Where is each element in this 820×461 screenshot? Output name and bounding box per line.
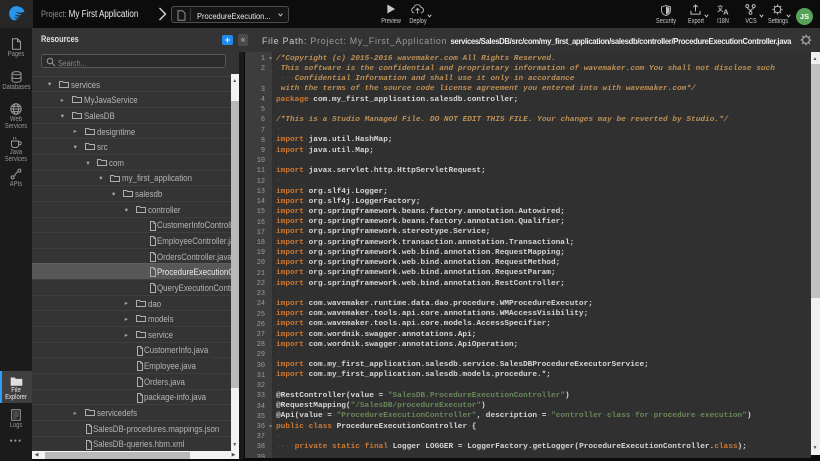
svg-text:A: A	[723, 7, 729, 15]
